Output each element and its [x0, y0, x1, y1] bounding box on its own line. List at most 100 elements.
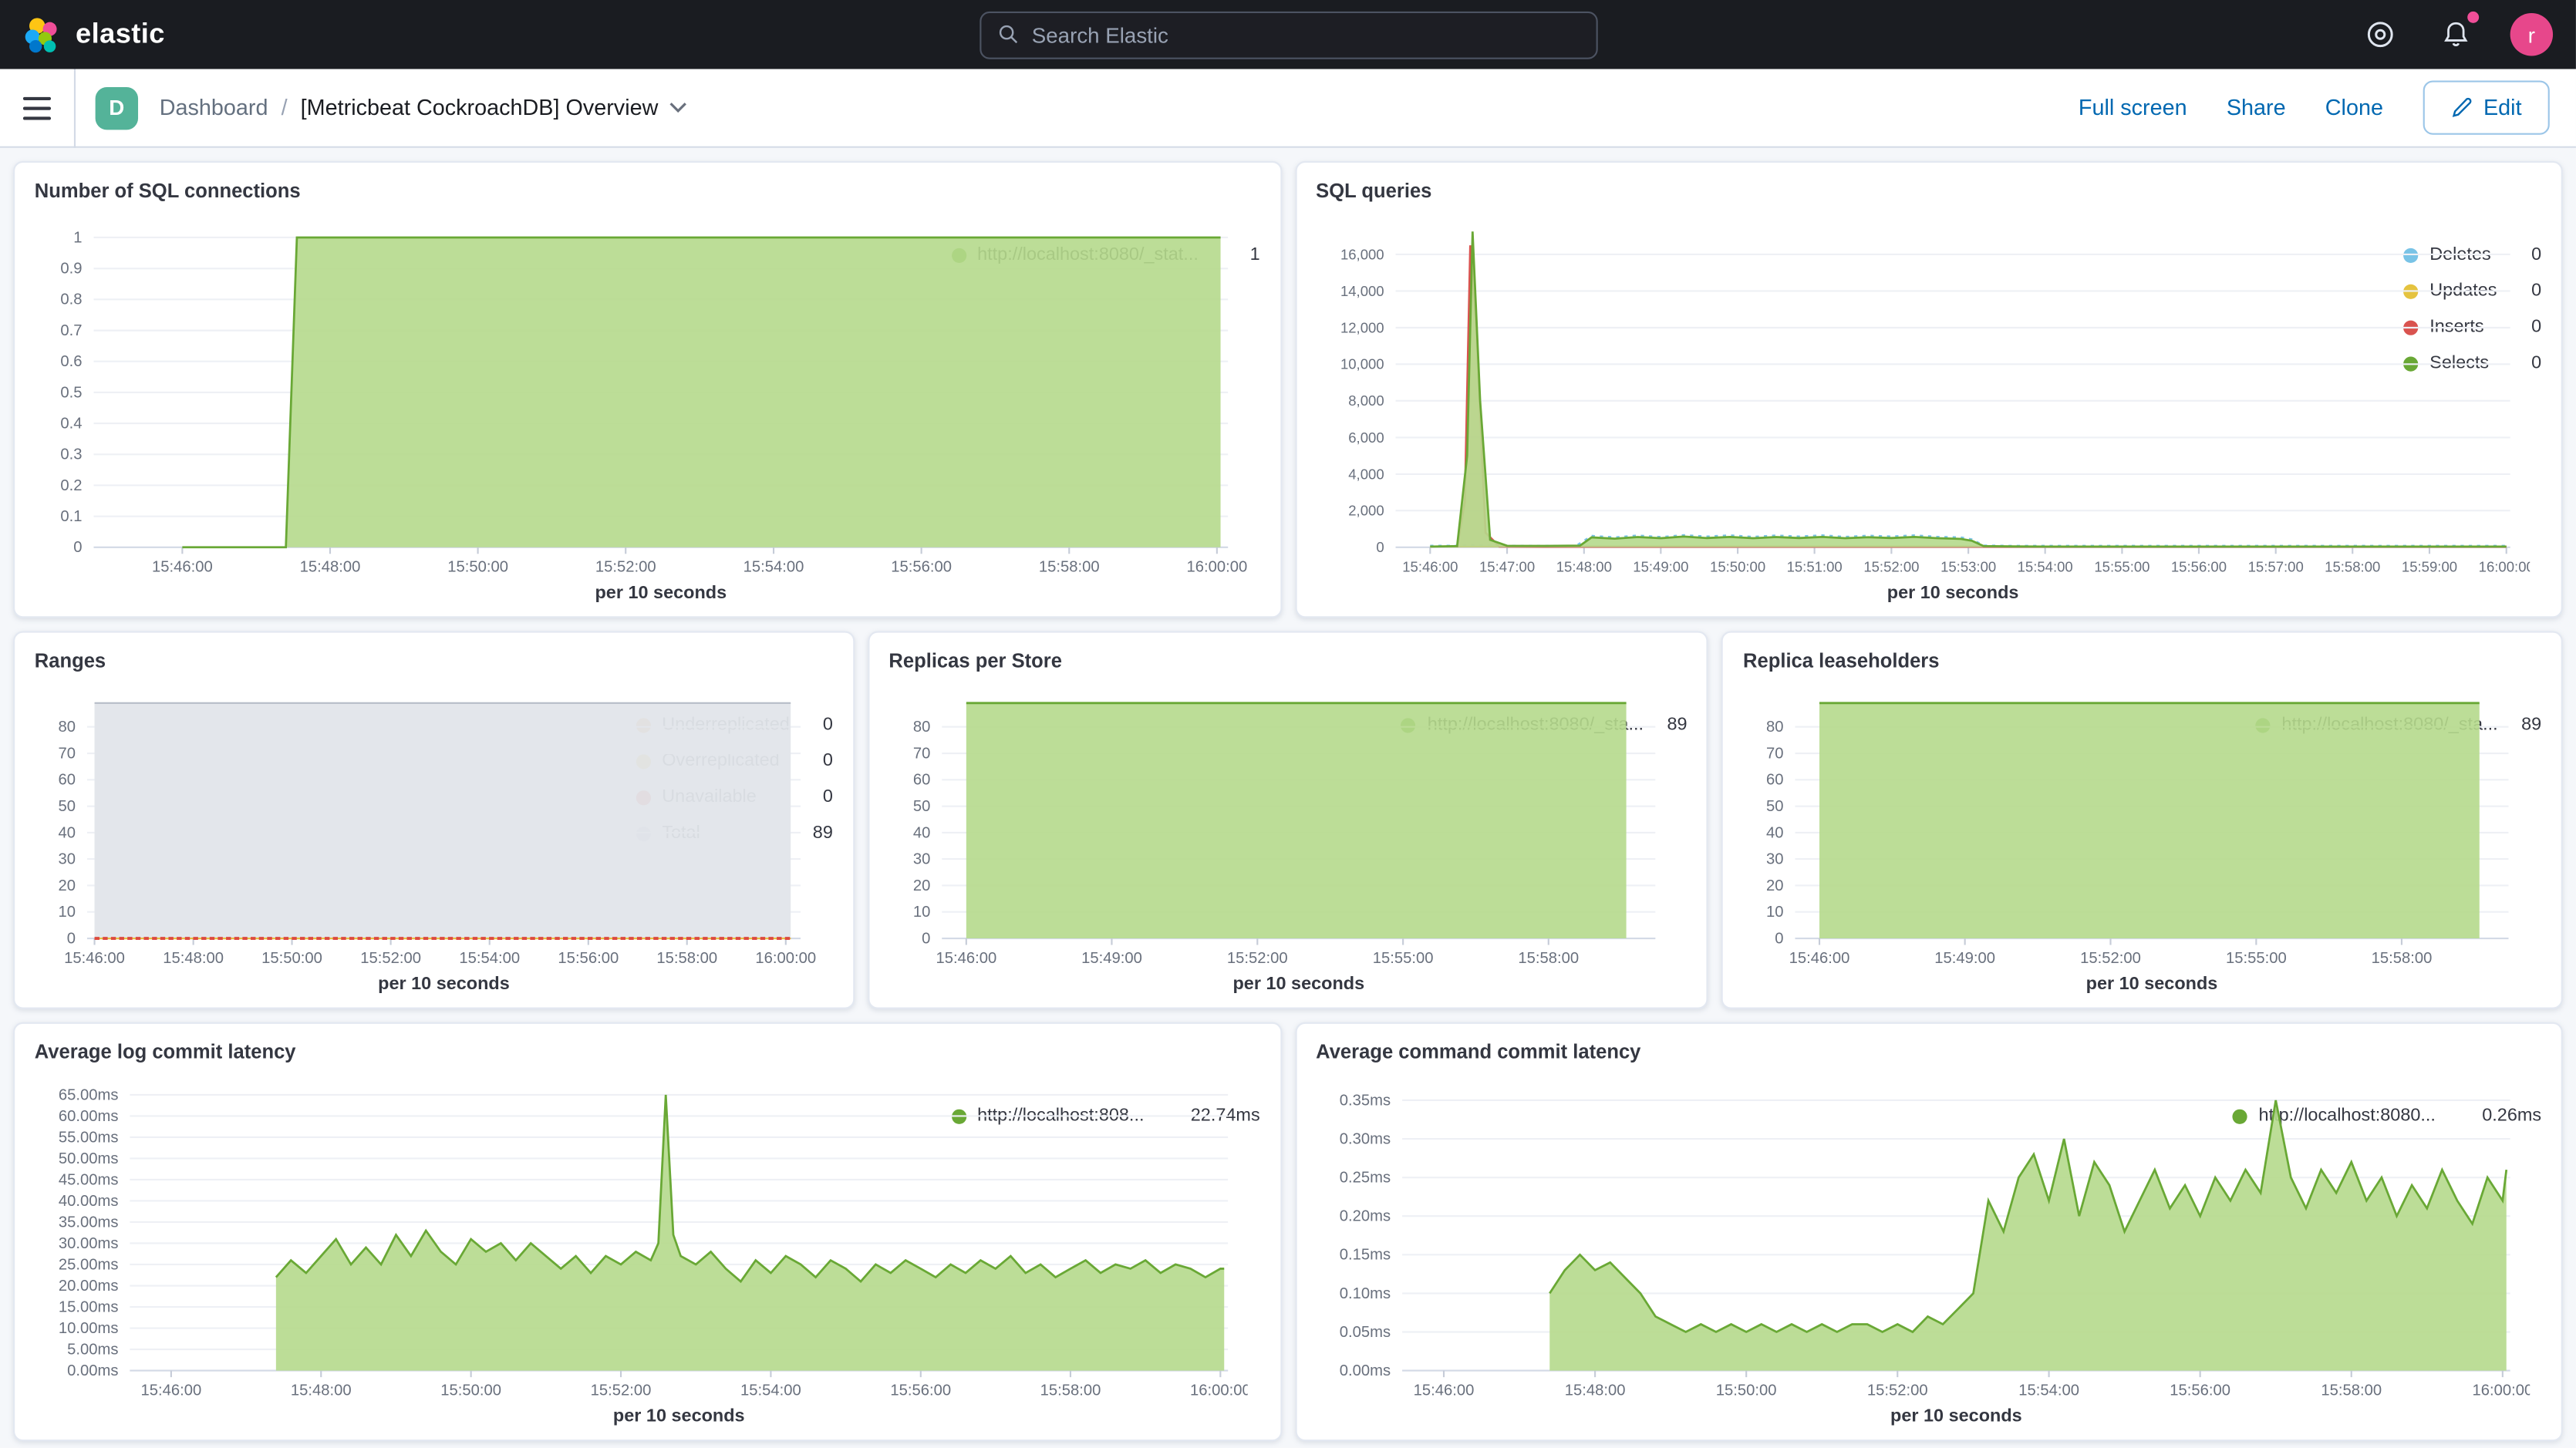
svg-text:15:54:00: 15:54:00: [2017, 559, 2072, 575]
breadcrumb-separator: /: [282, 96, 288, 120]
svg-text:50: 50: [912, 798, 930, 815]
svg-text:80: 80: [59, 719, 76, 736]
svg-text:0.05ms: 0.05ms: [1339, 1324, 1390, 1341]
svg-text:40: 40: [1767, 824, 1785, 841]
panel-ranges: Ranges 0102030405060708015:46:0015:48:00…: [13, 631, 855, 1009]
help-icon[interactable]: [2359, 13, 2402, 56]
svg-text:15:56:00: 15:56:00: [890, 1382, 951, 1399]
panel-sql-queries: SQL queries 02,0004,0006,0008,00010,0001…: [1294, 161, 2562, 618]
svg-text:per 10 seconds: per 10 seconds: [378, 973, 510, 993]
svg-text:10: 10: [59, 904, 76, 921]
clone-button[interactable]: Clone: [2325, 96, 2383, 120]
space-avatar[interactable]: D: [96, 86, 138, 129]
share-button[interactable]: Share: [2227, 96, 2286, 120]
svg-text:15:56:00: 15:56:00: [891, 559, 952, 576]
panel-replicas-per-store: Replicas per Store 0102030405060708015:4…: [868, 631, 1709, 1009]
svg-text:15:56:00: 15:56:00: [2170, 559, 2226, 575]
svg-text:15:57:00: 15:57:00: [2247, 559, 2303, 575]
svg-text:50: 50: [1767, 798, 1785, 815]
elastic-logo[interactable]: elastic: [23, 15, 165, 53]
search-input[interactable]: [1032, 22, 1579, 47]
global-search[interactable]: [979, 11, 1597, 59]
svg-text:50.00ms: 50.00ms: [59, 1150, 119, 1167]
svg-text:15:47:00: 15:47:00: [1479, 559, 1534, 575]
svg-text:16:00:00: 16:00:00: [1186, 559, 1247, 576]
svg-text:15:59:00: 15:59:00: [2401, 559, 2456, 575]
svg-text:10: 10: [912, 904, 930, 921]
svg-text:15:52:00: 15:52:00: [1226, 950, 1287, 967]
svg-text:per 10 seconds: per 10 seconds: [595, 582, 727, 602]
hamburger-menu-icon[interactable]: [0, 68, 76, 146]
toolbar-actions: Full screen Share Clone Edit: [2079, 80, 2576, 134]
breadcrumb-current[interactable]: [Metricbeat CockroachDB] Overview: [301, 96, 688, 120]
svg-text:8,000: 8,000: [1347, 392, 1383, 409]
svg-text:65.00ms: 65.00ms: [59, 1086, 119, 1103]
svg-text:35.00ms: 35.00ms: [59, 1214, 119, 1231]
replicas-per-store-chart[interactable]: 0102030405060708015:46:0015:49:0015:52:0…: [888, 679, 1387, 997]
svg-text:30.00ms: 30.00ms: [59, 1235, 119, 1252]
ranges-chart[interactable]: 0102030405060708015:46:0015:48:0015:50:0…: [35, 679, 622, 997]
svg-text:60: 60: [912, 772, 930, 789]
svg-text:15:51:00: 15:51:00: [1786, 559, 1842, 575]
sql-queries-chart[interactable]: 02,0004,0006,0008,00010,00012,00014,0001…: [1316, 209, 2390, 607]
svg-text:15:49:00: 15:49:00: [1632, 559, 1688, 575]
svg-text:15:49:00: 15:49:00: [1081, 950, 1141, 967]
svg-text:0.5: 0.5: [60, 384, 82, 401]
svg-text:0.15ms: 0.15ms: [1339, 1247, 1390, 1264]
panel-title[interactable]: Number of SQL connections: [35, 176, 1260, 205]
sql-connections-chart[interactable]: 00.10.20.30.40.50.60.70.80.9115:46:0015:…: [35, 209, 938, 607]
svg-text:15:52:00: 15:52:00: [360, 950, 421, 967]
log-commit-latency-chart[interactable]: 0.00ms5.00ms10.00ms15.00ms20.00ms25.00ms…: [35, 1070, 938, 1430]
panel-title[interactable]: Replicas per Store: [888, 646, 1687, 675]
svg-text:0.35ms: 0.35ms: [1339, 1092, 1390, 1109]
panel-title[interactable]: Ranges: [35, 646, 833, 675]
command-commit-latency-chart[interactable]: 0.00ms0.05ms0.10ms0.15ms0.20ms0.25ms0.30…: [1316, 1070, 2219, 1430]
svg-text:15:58:00: 15:58:00: [1039, 559, 1100, 576]
svg-text:per 10 seconds: per 10 seconds: [613, 1406, 745, 1426]
svg-text:70: 70: [1767, 745, 1785, 762]
svg-text:15:52:00: 15:52:00: [1866, 1382, 1927, 1399]
replica-leaseholders-chart[interactable]: 0102030405060708015:46:0015:49:0015:52:0…: [1743, 679, 2242, 997]
svg-text:6,000: 6,000: [1347, 429, 1383, 446]
svg-text:0: 0: [1375, 539, 1383, 555]
panel-sql-connections: Number of SQL connections 00.10.20.30.40…: [13, 161, 1281, 618]
edit-button-label: Edit: [2483, 96, 2522, 120]
svg-text:20.00ms: 20.00ms: [59, 1278, 119, 1295]
notifications-bell-icon[interactable]: [2435, 13, 2477, 56]
svg-text:0: 0: [67, 930, 76, 947]
app-root: elastic: [0, 0, 2576, 1448]
svg-text:60: 60: [1767, 772, 1785, 789]
svg-text:40.00ms: 40.00ms: [59, 1193, 119, 1210]
svg-text:14,000: 14,000: [1340, 283, 1384, 299]
user-avatar[interactable]: r: [2510, 13, 2553, 56]
panel-title[interactable]: Average log commit latency: [35, 1037, 1260, 1066]
panel-title[interactable]: Average command commit latency: [1316, 1037, 2541, 1066]
panel-command-commit-latency: Average command commit latency 0.00ms0.0…: [1294, 1022, 2562, 1442]
full-screen-button[interactable]: Full screen: [2079, 96, 2187, 120]
svg-text:15:54:00: 15:54:00: [743, 559, 804, 576]
svg-text:16,000: 16,000: [1340, 246, 1384, 262]
search-icon: [997, 23, 1019, 46]
svg-text:16:00:00: 16:00:00: [2471, 1382, 2529, 1399]
svg-text:15:50:00: 15:50:00: [261, 950, 322, 967]
breadcrumb-dashboard-link[interactable]: Dashboard: [160, 96, 268, 120]
edit-button[interactable]: Edit: [2423, 80, 2550, 134]
svg-text:per 10 seconds: per 10 seconds: [1890, 1406, 2021, 1426]
svg-text:15:48:00: 15:48:00: [163, 950, 224, 967]
svg-text:15:58:00: 15:58:00: [2324, 559, 2379, 575]
page-title: [Metricbeat CockroachDB] Overview: [301, 96, 659, 120]
svg-text:15:55:00: 15:55:00: [1372, 950, 1433, 967]
panel-title[interactable]: SQL queries: [1316, 176, 2541, 205]
svg-text:15:46:00: 15:46:00: [1413, 1382, 1474, 1399]
svg-text:0.20ms: 0.20ms: [1339, 1208, 1390, 1225]
svg-text:80: 80: [1767, 719, 1785, 736]
dashboard-toolbar: D Dashboard / [Metricbeat CockroachDB] O…: [0, 69, 2576, 148]
svg-text:15:46:00: 15:46:00: [1789, 950, 1850, 967]
svg-text:15:56:00: 15:56:00: [558, 950, 619, 967]
svg-text:15:58:00: 15:58:00: [1518, 950, 1579, 967]
svg-text:15:52:00: 15:52:00: [591, 1382, 652, 1399]
svg-text:15:58:00: 15:58:00: [1040, 1382, 1101, 1399]
panel-title[interactable]: Replica leaseholders: [1743, 646, 2541, 675]
svg-text:15:46:00: 15:46:00: [140, 1382, 201, 1399]
panel-replica-leaseholders: Replica leaseholders 0102030405060708015…: [1721, 631, 2563, 1009]
